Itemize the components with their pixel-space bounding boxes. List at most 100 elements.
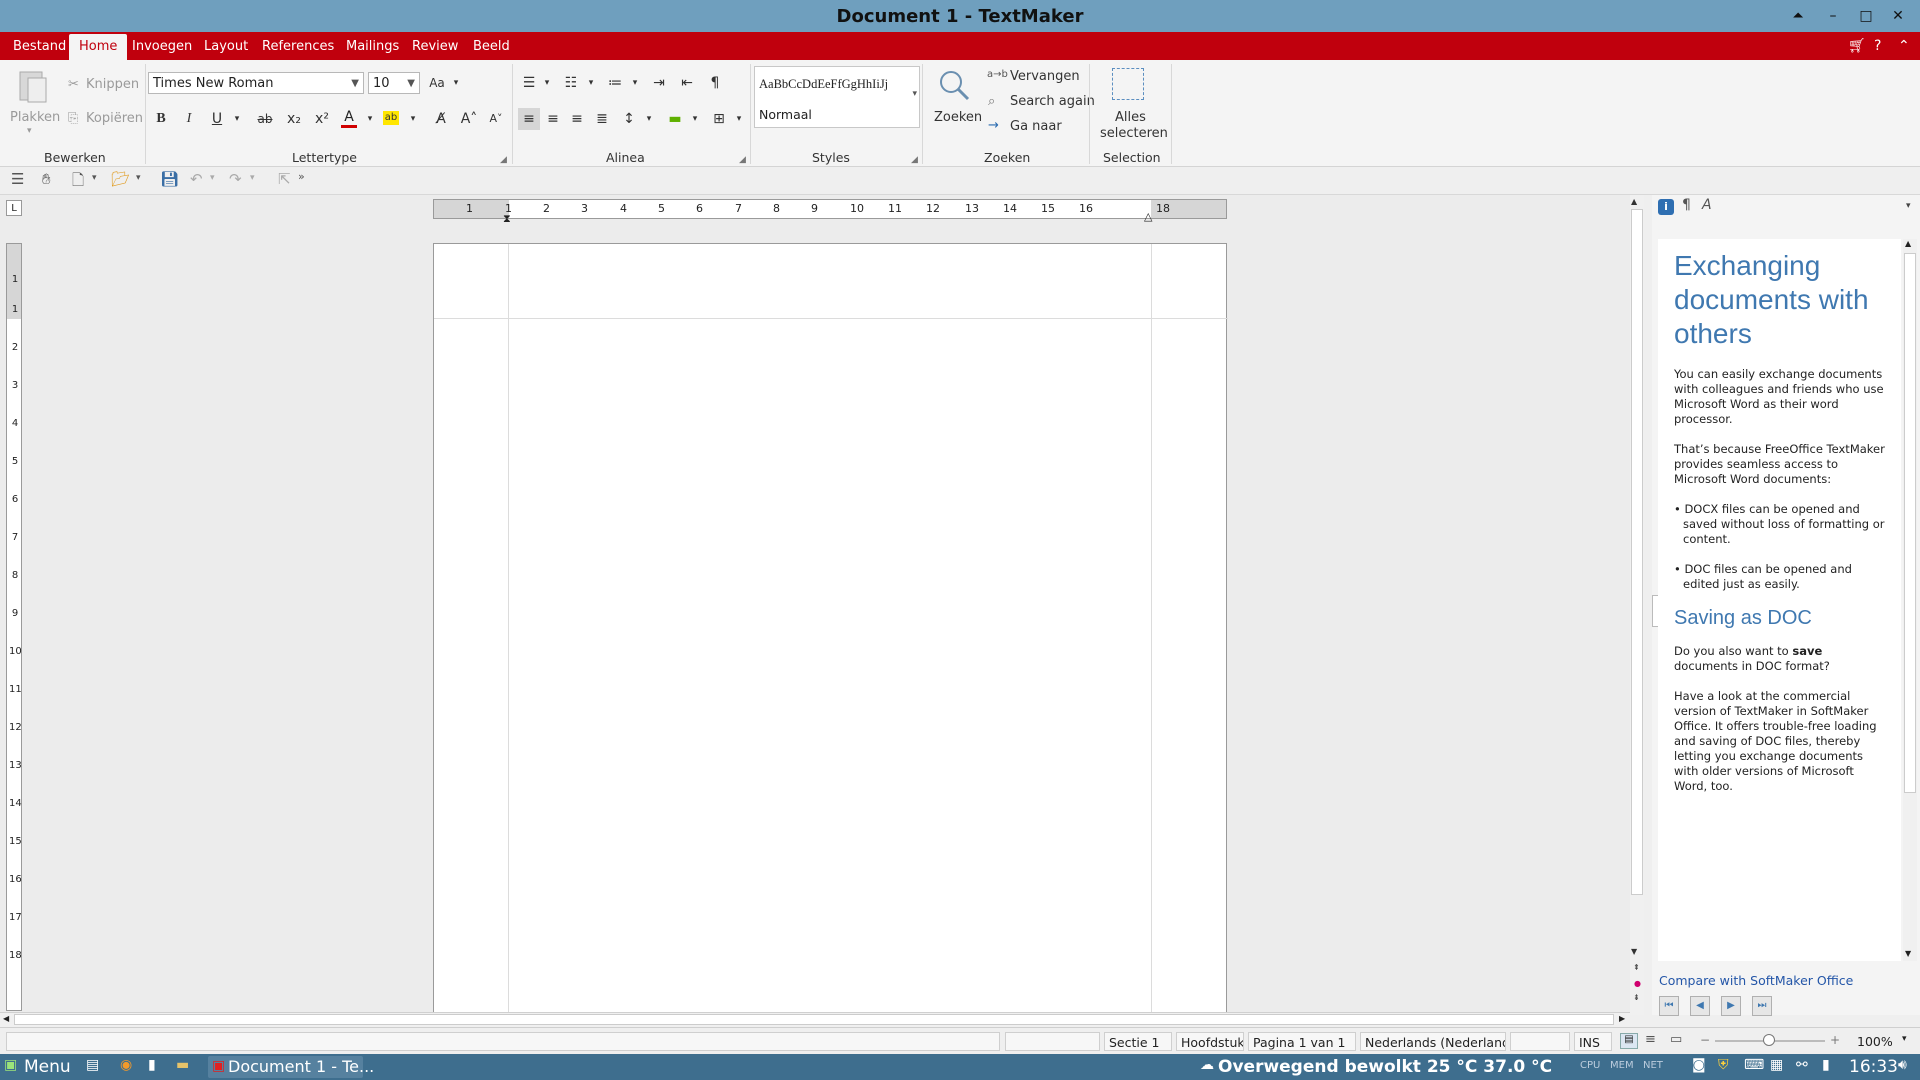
chevron-down-icon[interactable]: ▾ [912,89,917,99]
select-all-label-2[interactable]: selecteren [1100,126,1168,141]
dialog-launcher-icon[interactable]: ◢ [739,155,746,165]
chevron-down-icon[interactable]: ▾ [210,173,215,183]
dialog-launcher-icon[interactable]: ◢ [500,155,507,165]
normal-view-icon[interactable]: ▤ [1620,1033,1638,1049]
right-indent-marker-icon[interactable]: △ [1144,210,1152,223]
clock[interactable]: 16:33 [1849,1057,1898,1077]
decrease-indent-icon[interactable]: ⇤ [676,72,698,94]
scroll-down-icon[interactable]: ▼ [1631,947,1637,956]
volume-icon[interactable]: 🔊︎ [1898,1057,1907,1073]
start-menu-button[interactable]: Menu [24,1057,71,1077]
previous-icon[interactable]: ◀ [1690,996,1710,1016]
first-page-icon[interactable]: ⏮ [1659,996,1679,1016]
scroll-up-icon[interactable]: ▲ [1631,197,1637,206]
goto-icon[interactable]: → [988,118,999,133]
shrink-font-icon[interactable]: A˅ [485,108,507,130]
next-icon[interactable]: ▶ [1721,996,1741,1016]
chevron-down-icon[interactable]: ▾ [250,173,255,183]
horizontal-scrollbar[interactable]: ◀ ▶ [0,1012,1630,1027]
tab-layout[interactable]: Layout [204,39,248,54]
firefox-icon[interactable]: ◉ [120,1057,132,1073]
copy-icon[interactable]: ⎘ [68,111,78,126]
highlight-icon[interactable]: ab [383,111,399,125]
search-button[interactable]: Zoeken [934,110,982,125]
hand-tool-icon[interactable]: ✋︎ [42,170,51,188]
cart-icon[interactable]: 🛒︎ [1848,38,1866,54]
zoom-out-icon[interactable]: − [1700,1033,1710,1047]
character-style-icon[interactable]: A [1702,197,1712,213]
keep-above-icon[interactable]: ⏶ [1788,6,1808,26]
chevron-down-icon[interactable]: ▾ [359,108,381,130]
goto-button[interactable]: Ga naar [1010,119,1062,134]
tab-bestand[interactable]: Bestand [13,39,66,54]
underline-button[interactable]: U [206,108,228,130]
hamburger-menu-icon[interactable]: ☰ [11,170,24,188]
scrollbar-thumb[interactable] [1631,209,1643,895]
chevron-down-icon[interactable]: ▾ [536,72,558,94]
taskbar-window-button[interactable]: ▣ Document 1 - Te... [208,1056,374,1078]
next-page-icon[interactable]: ⇟ [1633,993,1640,1002]
weather-text[interactable]: Overwegend bewolkt 25 °C 37.0 °C [1218,1057,1552,1077]
status-insert-mode[interactable]: INS [1574,1032,1612,1051]
align-left-icon[interactable]: ≡ [518,108,540,130]
font-size-select[interactable]: 10 ▼ [368,72,420,94]
overflow-chevron-icon[interactable]: » [298,170,305,183]
tab-mailings[interactable]: Mailings [346,39,399,54]
maximize-button[interactable]: □ [1856,6,1876,26]
dialog-launcher-icon[interactable]: ◢ [911,155,918,165]
font-name-select[interactable]: Times New Roman ▼ [148,72,364,94]
redo-icon[interactable]: ↷ [229,170,242,188]
tab-invoegen[interactable]: Invoegen [132,39,192,54]
clear-format-icon[interactable]: A̸ [430,108,452,130]
chevron-down-icon[interactable]: ▾ [402,108,424,130]
replace-button[interactable]: Vervangen [1010,69,1080,84]
select-object-icon[interactable]: ⇱ [278,170,291,188]
line-spacing-icon[interactable]: ↕ [618,108,640,130]
minimize-button[interactable]: – [1823,6,1843,26]
multilevel-list-icon[interactable]: ≔ [604,72,626,94]
search-again-button[interactable]: Search again [1010,94,1095,109]
clipboard-icon[interactable]: ▦ [1770,1057,1783,1073]
files-icon[interactable]: ▬ [176,1057,189,1073]
increase-indent-icon[interactable]: ⇥ [648,72,670,94]
italic-button[interactable]: I [178,108,200,130]
chevron-down-icon[interactable]: ▾ [1906,201,1911,211]
tab-references[interactable]: References [262,39,334,54]
font-color-icon[interactable]: A [341,108,357,128]
chevron-down-icon[interactable]: ▾ [728,108,750,130]
chevron-down-icon[interactable]: ▾ [92,173,97,183]
save-icon[interactable]: 💾︎ [160,170,179,188]
indent-marker-icon[interactable]: ⧗ [503,212,511,226]
cut-button[interactable]: Knippen [86,77,139,92]
vertical-ruler[interactable]: 1 1 2 3 4 5 6 7 8 9 10 11 12 13 14 15 16 17 18 [6,243,22,1011]
vertical-scrollbar[interactable]: ▲ ▼ ⇞ ● ⇟ [1630,195,1644,1015]
chevron-down-icon[interactable]: ▾ [624,72,646,94]
tab-stop-selector[interactable]: L [6,200,22,216]
search-icon[interactable] [937,68,971,105]
zoom-level[interactable]: 100% [1857,1034,1893,1049]
scroll-up-icon[interactable]: ▲ [1905,239,1911,248]
chevron-down-icon[interactable]: ▾ [1902,1034,1907,1044]
chevron-down-icon[interactable]: ▾ [684,108,706,130]
page-view-icon[interactable]: ▭ [1670,1032,1682,1047]
scroll-left-icon[interactable]: ◀ [3,1014,9,1023]
chevron-down-icon[interactable]: ▾ [136,173,141,183]
paste-button[interactable]: Plakken [10,110,60,125]
horizontal-ruler[interactable]: 1 1 2 3 4 5 6 7 8 9 10 11 12 13 14 15 16 18 [433,199,1227,219]
borders-icon[interactable]: ⊞ [708,108,730,130]
select-all-label-1[interactable]: Alles [1115,110,1146,125]
last-page-icon[interactable]: ⏭ [1752,996,1772,1016]
compare-link[interactable]: Compare with SoftMaker Office [1659,973,1853,988]
subscript-button[interactable]: x₂ [283,108,305,130]
strikethrough-button[interactable]: ab [254,108,276,130]
battery-icon[interactable]: ▮ [1822,1057,1830,1073]
shield-icon[interactable]: ⛨ [1718,1057,1729,1073]
undo-icon[interactable]: ↶ [190,170,203,188]
document-page[interactable] [433,243,1228,1014]
numbered-list-icon[interactable]: ☷ [560,72,582,94]
zoom-in-icon[interactable]: + [1830,1033,1840,1047]
info-icon[interactable]: i [1658,199,1674,215]
align-right-icon[interactable]: ≡ [566,108,588,130]
sidebar-scrollbar[interactable]: ▲ ▼ [1903,239,1917,961]
keyboard-icon[interactable]: ⌨ [1744,1057,1764,1073]
